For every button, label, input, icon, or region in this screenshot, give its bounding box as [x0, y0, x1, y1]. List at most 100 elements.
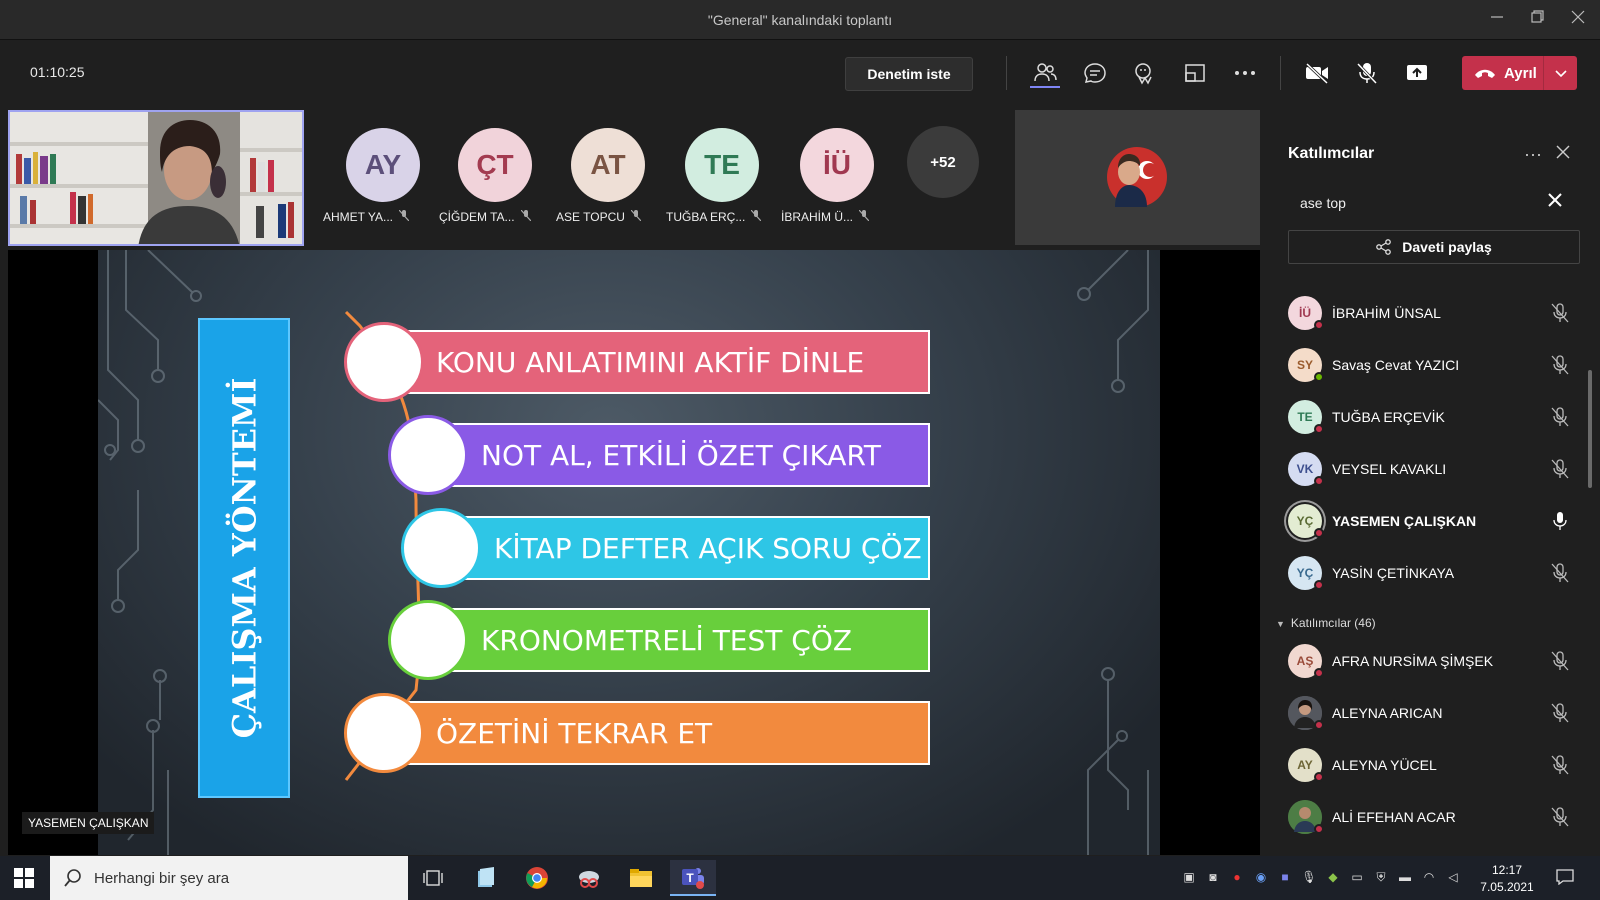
participants-section-header[interactable]: ▼ Katılımcılar (46): [1276, 616, 1376, 630]
battery-icon[interactable]: ▬: [1396, 868, 1414, 886]
mic-off-icon[interactable]: [1550, 458, 1570, 480]
participant-row[interactable]: ALİ EFEHAN ACAR: [1288, 796, 1578, 840]
shield-icon[interactable]: ⛨: [1372, 868, 1390, 886]
participant-row[interactable]: ALEYNA ARICAN: [1288, 692, 1578, 736]
mic-off-icon[interactable]: [1550, 406, 1570, 428]
display-tray-icon[interactable]: ▭: [1348, 868, 1366, 886]
participant-row[interactable]: YÇ YASİN ÇETİNKAYA: [1288, 552, 1578, 596]
participant-tile[interactable]: AT ASE TOPCU: [556, 128, 658, 238]
minimize-button[interactable]: [1485, 8, 1509, 32]
status-badge: [1314, 668, 1324, 678]
mic-off-icon[interactable]: [1550, 650, 1570, 672]
participant-tile[interactable]: AY AHMET YA...: [323, 128, 433, 238]
close-window-button[interactable]: [1566, 8, 1590, 32]
meet-now-icon[interactable]: ▣: [1180, 868, 1198, 886]
taskbar-search-placeholder: Herhangi bir şey ara: [94, 869, 230, 887]
participant-row[interactable]: VK VEYSEL KAVAKLI: [1288, 448, 1578, 492]
microphone-tray-icon[interactable]: 🎙: [1300, 868, 1318, 886]
mic-off-icon[interactable]: [1352, 58, 1382, 88]
hang-up-icon: [1474, 66, 1496, 80]
participant-row[interactable]: İÜ İBRAHİM ÜNSAL: [1288, 292, 1578, 336]
step-text: KİTAP DEFTER AÇIK SORU ÇÖZ: [494, 531, 922, 565]
camera-off-icon[interactable]: [1302, 58, 1332, 88]
file-explorer-icon[interactable]: [618, 860, 664, 896]
step-circle: [344, 693, 424, 773]
screen-capture-icon[interactable]: ◙: [1204, 868, 1222, 886]
status-badge: [1314, 720, 1324, 730]
participant-row[interactable]: TE TUĞBA ERÇEVİK: [1288, 396, 1578, 440]
slide-title: ÇALIŞMA YÖNTEMİ: [225, 377, 264, 739]
mic-off-icon[interactable]: [1550, 754, 1570, 776]
wifi-icon[interactable]: ◠: [1420, 868, 1438, 886]
participant-video-tile[interactable]: [1015, 110, 1260, 245]
people-icon[interactable]: [1030, 58, 1060, 88]
opera-icon[interactable]: ●: [1228, 868, 1246, 886]
share-invite-button[interactable]: Daveti paylaş: [1288, 230, 1580, 264]
avatar: AY: [346, 128, 420, 202]
status-badge: [1314, 824, 1324, 834]
close-panel-icon[interactable]: [1556, 142, 1570, 165]
reactions-icon[interactable]: [1130, 58, 1160, 88]
chevron-down-icon: ▼: [1276, 619, 1285, 629]
participant-name: ALİ EFEHAN ACAR: [1332, 809, 1456, 825]
slide-step-2: NOT AL, ETKİLİ ÖZET ÇIKART: [443, 423, 930, 487]
mic-off-icon[interactable]: [1550, 562, 1570, 584]
step-text: ÖZETİNİ TEKRAR ET: [436, 716, 713, 750]
avatar: TE: [685, 128, 759, 202]
system-clock[interactable]: 12:17 7.05.2021: [1474, 862, 1540, 896]
participant-row[interactable]: SY Savaş Cevat YAZICI: [1288, 344, 1578, 388]
chat-icon[interactable]: [1080, 58, 1110, 88]
panel-scrollbar[interactable]: [1588, 370, 1592, 488]
mic-off-icon[interactable]: [1550, 702, 1570, 724]
teams-app-icon[interactable]: T: [670, 860, 716, 896]
task-view-icon[interactable]: [410, 860, 456, 896]
search-icon: [64, 869, 82, 887]
more-participants-button[interactable]: +52: [907, 126, 979, 198]
chrome-icon[interactable]: [514, 860, 560, 896]
mic-off-icon[interactable]: [1550, 302, 1570, 324]
participant-name: AFRA NURSİMA ŞİMŞEK: [1332, 653, 1494, 669]
speaker-video-tile[interactable]: [8, 110, 304, 246]
notepad-app-icon[interactable]: [462, 860, 508, 896]
profile-photo-avatar: [1107, 147, 1167, 207]
presenter-name-tag: YASEMEN ÇALIŞKAN: [22, 812, 155, 834]
teams-tray-icon[interactable]: ■: [1276, 868, 1294, 886]
search-tray-icon[interactable]: ◉: [1252, 868, 1270, 886]
participant-row[interactable]: AŞ AFRA NURSİMA ŞİMŞEK: [1288, 640, 1578, 684]
participant-tile[interactable]: TE TUĞBA ERÇ...: [666, 128, 772, 238]
notifications-icon[interactable]: [1556, 868, 1574, 886]
status-badge: [1314, 580, 1324, 590]
maximize-button[interactable]: [1525, 8, 1549, 32]
mic-on-icon[interactable]: [1550, 510, 1570, 532]
panel-title: Katılımcılar: [1288, 145, 1375, 162]
panel-more-icon[interactable]: ···: [1524, 144, 1542, 165]
snipping-tool-icon[interactable]: [566, 860, 612, 896]
participant-name: İBRAHİM ÜNSAL: [1332, 305, 1441, 321]
volume-icon[interactable]: ◁: [1444, 868, 1462, 886]
participant-row[interactable]: AY ALEYNA YÜCEL: [1288, 744, 1578, 788]
more-icon[interactable]: [1230, 58, 1260, 88]
participant-name: TUĞBA ERÇ...: [666, 210, 746, 224]
mic-off-icon[interactable]: [1550, 806, 1570, 828]
participant-tile[interactable]: İÜ İBRAHİM Ü...: [781, 128, 887, 238]
participant-tile[interactable]: ÇT ÇİĞDEM TA...: [439, 128, 545, 238]
participant-search-input[interactable]: [1288, 184, 1580, 222]
mic-off-icon[interactable]: [1550, 354, 1570, 376]
step-text: NOT AL, ETKİLİ ÖZET ÇIKART: [481, 438, 881, 472]
slide-step-3: KİTAP DEFTER AÇIK SORU ÇÖZ: [456, 516, 930, 580]
mic-off-icon: [858, 209, 870, 224]
participants-panel: Katılımcılar ··· Daveti paylaş İÜ İBRAHİ…: [1268, 104, 1600, 856]
presentation-slide: ÇALIŞMA YÖNTEMİ KONU ANLATIMINI AKTİF Dİ…: [98, 250, 1160, 855]
share-screen-icon[interactable]: [1402, 58, 1432, 88]
participant-row-active[interactable]: YÇ YASEMEN ÇALIŞKAN: [1288, 500, 1578, 544]
participant-name: ALEYNA YÜCEL: [1332, 757, 1437, 773]
chevron-down-icon[interactable]: [1554, 66, 1568, 85]
leave-button[interactable]: Ayrıl: [1462, 56, 1577, 90]
windows-start-icon[interactable]: [14, 868, 34, 893]
view-icon[interactable]: [1180, 58, 1210, 88]
taskbar-search-box[interactable]: Herhangi bir şey ara: [50, 856, 408, 900]
security-tray-icon[interactable]: ◆: [1324, 868, 1342, 886]
meeting-toolbar: 01:10:25 Denetim iste Ayrıl: [0, 40, 1600, 104]
clear-search-icon[interactable]: [1548, 191, 1562, 212]
request-control-button[interactable]: Denetim iste: [845, 57, 973, 91]
